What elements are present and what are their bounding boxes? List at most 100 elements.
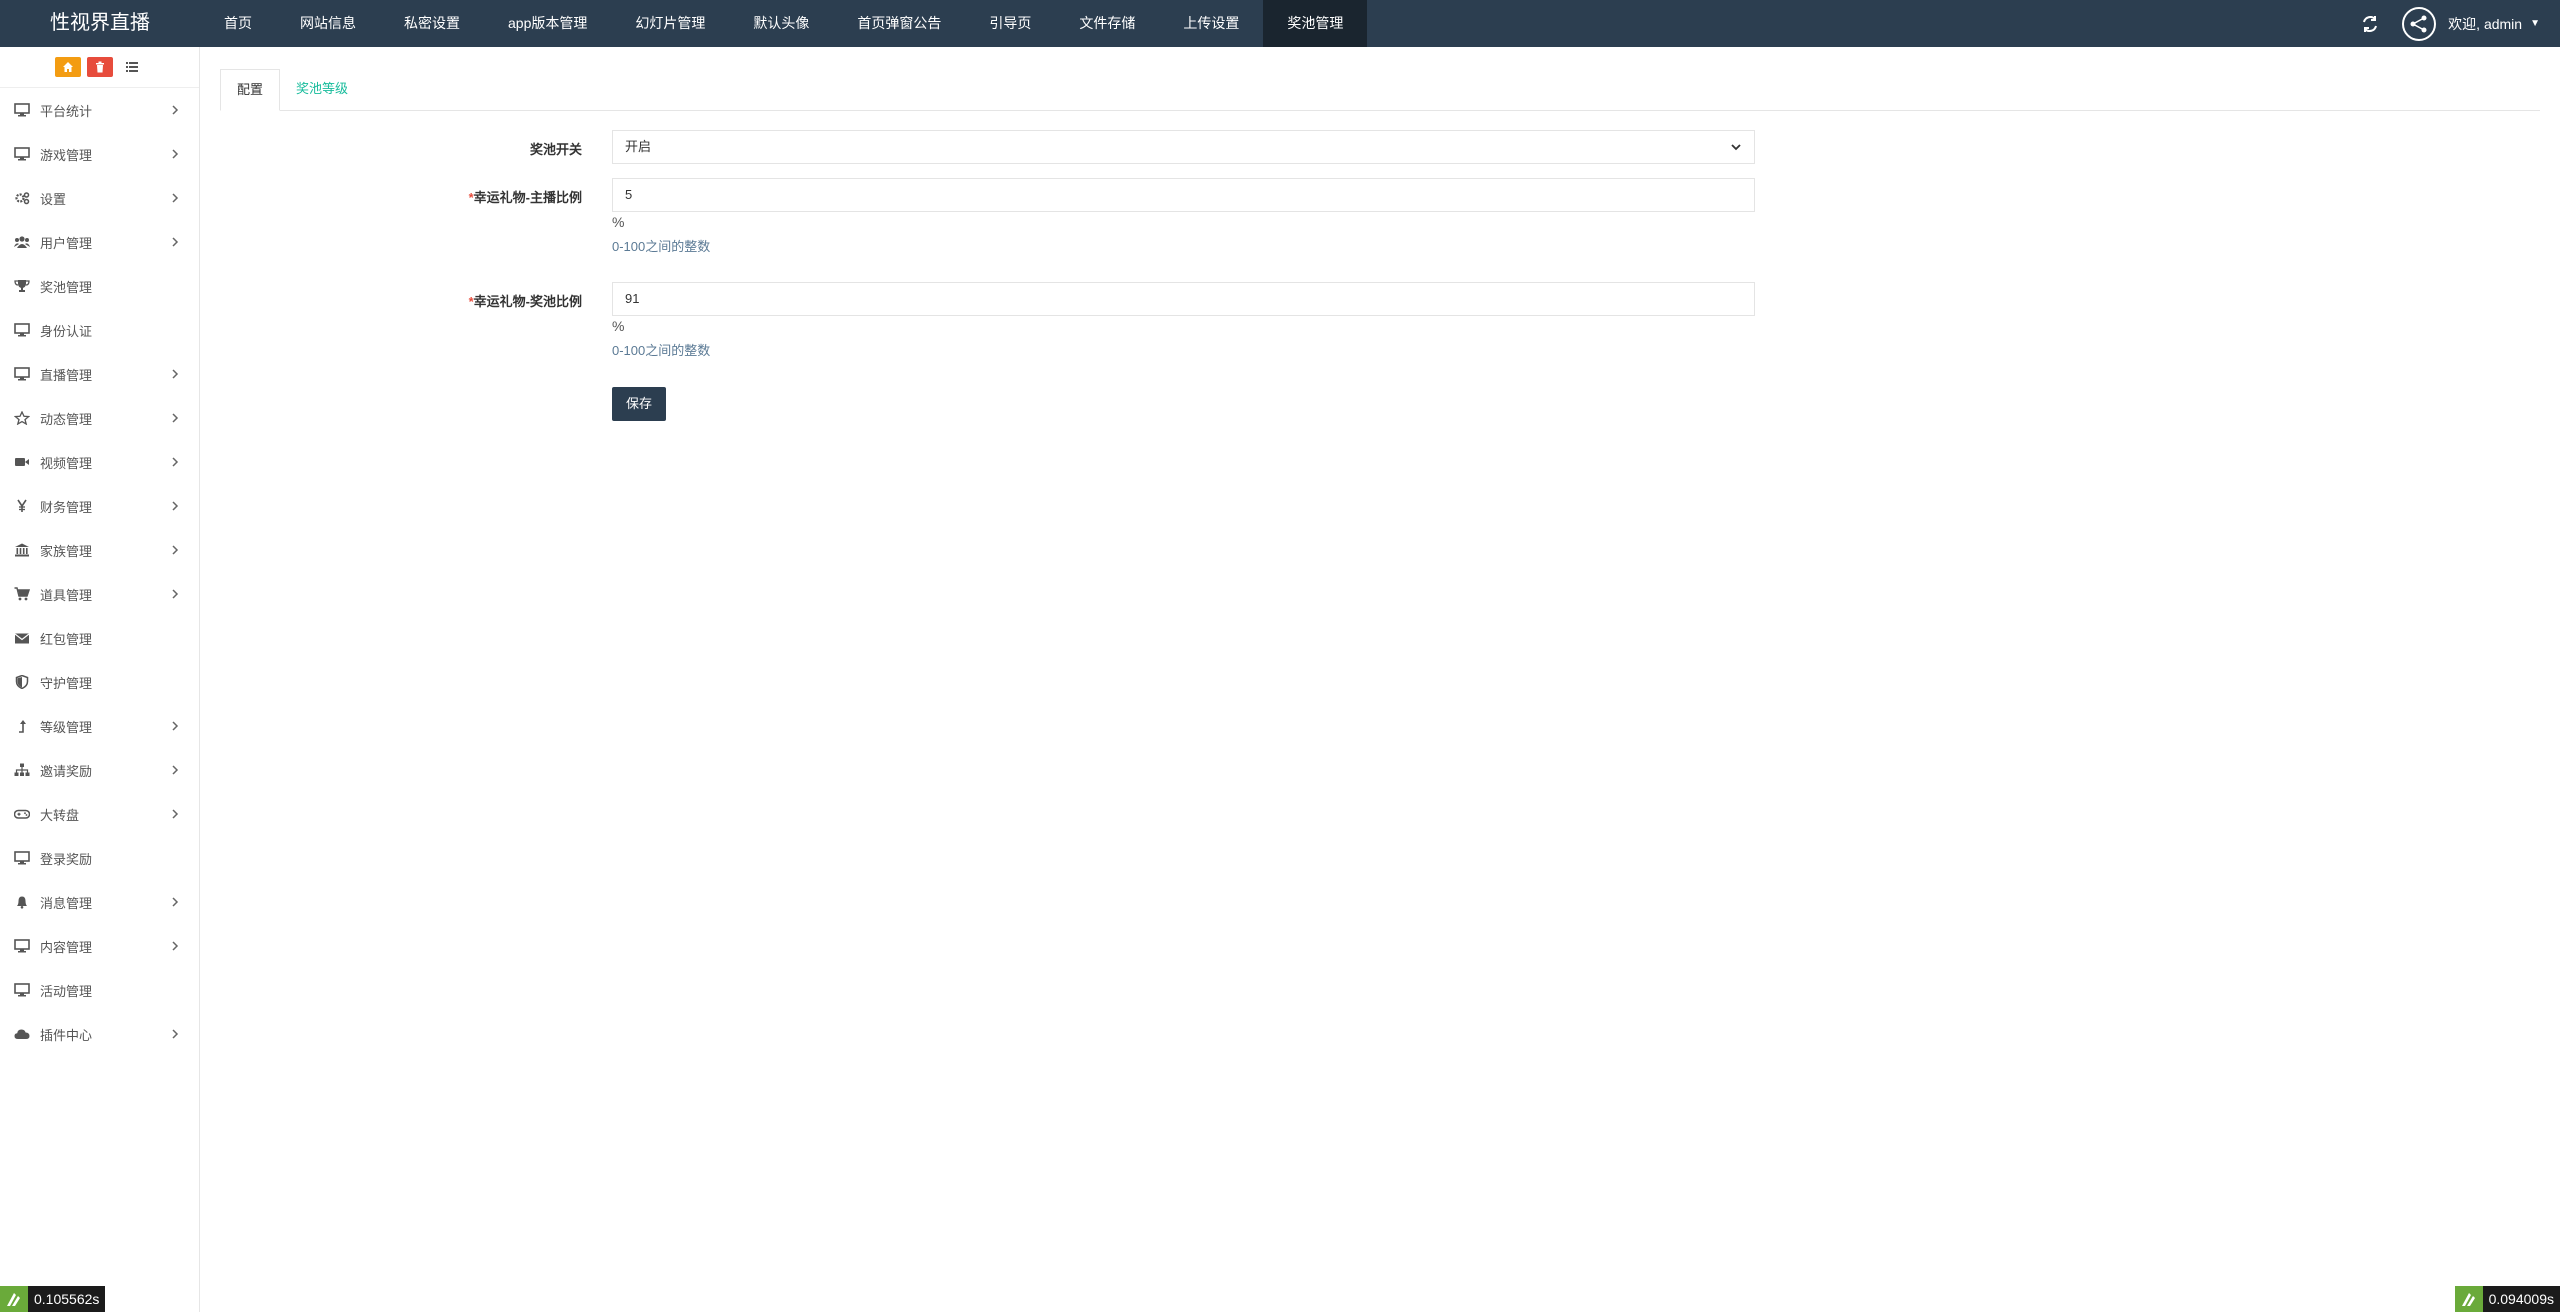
pool-switch-select[interactable]: 开启 [612,130,1755,164]
sidebar-item-20[interactable]: 活动管理 [0,968,199,1012]
bank-icon [12,542,32,558]
chevron-down-icon [1731,144,1741,151]
topnav-item-privacy[interactable]: 私密设置 [380,0,484,47]
topnav-item-guide[interactable]: 引导页 [965,0,1055,47]
chevron-right-icon [172,193,179,203]
sidebar-item-16[interactable]: 大转盘 [0,792,199,836]
chevron-right-icon [172,149,179,159]
sitemap-icon [12,762,32,778]
anchor-ratio-input[interactable]: 5 [612,178,1755,212]
sidebar-item-21[interactable]: 插件中心 [0,1012,199,1056]
save-button[interactable]: 保存 [612,387,666,421]
sidebar-item-label: 邀请奖励 [40,763,93,779]
sidebar-item-6[interactable]: 直播管理 [0,352,199,396]
caret-down-icon[interactable]: ▼ [2530,18,2540,29]
chevron-right-icon [172,809,179,819]
sidebar-item-label: 动态管理 [40,411,93,427]
sidebar-item-label: 游戏管理 [40,147,93,163]
cart-icon [12,586,32,602]
sidebar-item-label: 插件中心 [40,1027,93,1043]
list-icon [125,62,138,72]
sidebar-item-15[interactable]: 邀请奖励 [0,748,199,792]
topnav-item-app-version[interactable]: app版本管理 [484,0,611,47]
sidebar-item-17[interactable]: 登录奖励 [0,836,199,880]
pool-ratio-unit: % [612,318,625,334]
topnav-item-home[interactable]: 首页 [200,0,276,47]
home-shortcut-button[interactable] [54,57,81,77]
pool-ratio-input[interactable]: 91 [612,282,1755,316]
sidebar-item-12[interactable]: 红包管理 [0,616,199,660]
topnav-item-file-storage[interactable]: 文件存储 [1055,0,1159,47]
yen-icon [12,498,32,514]
debug-timer-right[interactable]: 0.094009s [2454,1286,2560,1312]
desktop-icon [12,982,32,998]
topbar-right: 欢迎, admin ▼ [2360,0,2560,47]
sidebar-item-label: 消息管理 [40,895,93,911]
sidebar-item-label: 视频管理 [40,455,93,471]
topnav-item-upload-settings[interactable]: 上传设置 [1159,0,1263,47]
sidebar-shortcuts [0,47,199,88]
sidebar-item-11[interactable]: 道具管理 [0,572,199,616]
gamepad-icon [12,806,32,822]
refresh-icon[interactable] [2360,14,2380,34]
sidebar-item-label: 用户管理 [40,235,93,251]
video-icon [12,454,32,470]
shield-icon [12,674,32,690]
pool-switch-label: 奖池开关 [529,142,582,157]
home-icon [62,62,73,72]
sidebar-item-18[interactable]: 消息管理 [0,880,199,924]
pool-switch-value: 开启 [625,139,652,154]
star-icon [12,410,32,426]
sidebar-item-1[interactable]: 游戏管理 [0,132,199,176]
brand-logo-text[interactable]: 性视界直播 [0,0,200,47]
chevron-right-icon [172,413,179,423]
pool-ratio-help: 0-100之间的整数 [612,343,711,358]
debug-timer-left[interactable]: 0.105562s [0,1286,106,1312]
desktop-icon [12,102,32,118]
sidebar-item-5[interactable]: 身份认证 [0,308,199,352]
tab-pool-levels[interactable]: 奖池等级 [280,69,364,109]
sidebar: 平台统计游戏管理设置用户管理奖池管理 身份认证 直播管理动态管理视频管理财务管理家族… [0,47,200,1312]
sidebar-item-3[interactable]: 用户管理 [0,220,199,264]
share-nodes-icon[interactable] [2402,6,2437,41]
sidebar-item-label: 平台统计 [40,103,93,119]
sidebar-item-9[interactable]: 财务管理 [0,484,199,528]
trash-shortcut-button[interactable] [86,57,113,77]
sidebar-item-label: 等级管理 [40,719,93,735]
sidebar-item-10[interactable]: 家族管理 [0,528,199,572]
topnav-item-site-info[interactable]: 网站信息 [276,0,380,47]
pool-ratio-label: *幸运礼物-奖池比例 [200,291,582,310]
sidebar-item-13[interactable]: 守护管理 [0,660,199,704]
sidebar-item-0[interactable]: 平台统计 [0,88,199,132]
envelope-icon [12,630,32,646]
sidebar-item-14[interactable]: 等级管理 [0,704,199,748]
cloud-icon [12,1026,32,1042]
trash-icon [95,61,104,73]
sidebar-menu: 平台统计游戏管理设置用户管理奖池管理 身份认证 直播管理动态管理视频管理财务管理家族… [0,88,199,1056]
list-shortcut-button[interactable] [119,57,145,77]
user-greeting[interactable]: 欢迎, admin [2448,14,2522,34]
sidebar-item-8[interactable]: 视频管理 [0,440,199,484]
topnav-item-prize-pool[interactable]: 奖池管理 [1263,0,1368,47]
sidebar-item-label: 设置 [40,191,67,207]
debug-time-left: 0.105562s [34,1291,100,1307]
sidebar-item-2[interactable]: 设置 [0,176,199,220]
desktop-icon [12,366,32,382]
sidebar-item-7[interactable]: 动态管理 [0,396,199,440]
sidebar-item-label: 家族管理 [40,543,93,559]
sidebar-item-19[interactable]: 内容管理 [0,924,199,968]
cogs-icon [12,190,32,206]
sidebar-item-4[interactable]: 奖池管理 [0,264,199,308]
top-nav: 首页 网站信息 私密设置 app版本管理 幻灯片管理 默认头像 首页弹窗公告 引… [200,0,1368,47]
level-up-icon [12,718,32,734]
sidebar-item-label: 大转盘 [40,807,80,823]
topnav-item-slides[interactable]: 幻灯片管理 [611,0,729,47]
anchor-ratio-label-text: 幸运礼物-主播比例 [473,190,582,205]
topnav-item-default-avatar[interactable]: 默认头像 [729,0,833,47]
chevron-right-icon [172,501,179,511]
sidebar-item-label: 守护管理 [40,675,93,691]
chevron-right-icon [172,105,179,115]
chevron-right-icon [172,897,179,907]
topnav-item-popup-notice[interactable]: 首页弹窗公告 [833,0,965,47]
tab-config[interactable]: 配置 [220,69,281,111]
